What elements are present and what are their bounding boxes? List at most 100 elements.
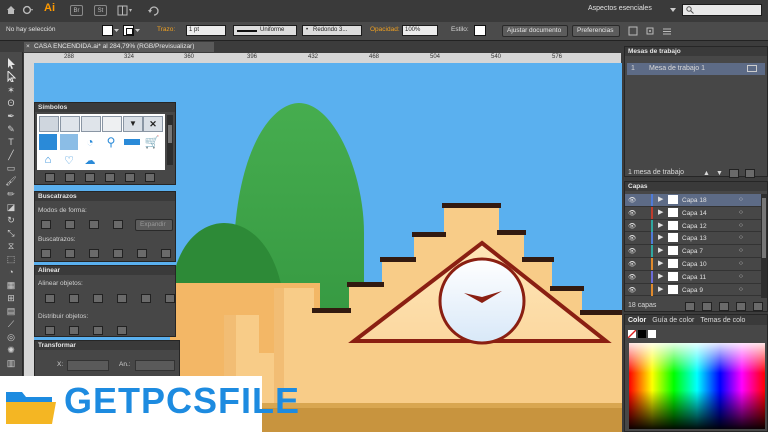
chevron-down-icon[interactable]	[670, 5, 676, 13]
target-circle-icon[interactable]: ○	[739, 247, 743, 254]
transform-icon[interactable]	[645, 26, 655, 36]
graph-tool-icon[interactable]: ▥	[3, 357, 19, 370]
layer-row[interactable]: 👁 ▶ Capa 11 ○	[625, 270, 761, 284]
chevron-down-icon[interactable]	[114, 28, 119, 33]
expand-button[interactable]: Expandir	[135, 219, 173, 231]
blend-tool-icon[interactable]: ◎	[3, 331, 19, 344]
trim-icon[interactable]	[65, 249, 75, 258]
expand-arrow-icon[interactable]: ▶	[658, 233, 663, 241]
unite-icon[interactable]	[41, 220, 51, 229]
black-swatch[interactable]	[638, 330, 646, 338]
artboard-row[interactable]: 1 Mesa de trabajo 1	[627, 63, 765, 75]
expand-arrow-icon[interactable]: ▶	[658, 285, 663, 293]
pathfinder-panel-title[interactable]: Buscatrazos	[35, 192, 175, 201]
expand-arrow-icon[interactable]: ▶	[658, 259, 663, 267]
divide-icon[interactable]	[41, 249, 51, 258]
align-top-icon[interactable]	[117, 294, 127, 303]
layers-panel-title[interactable]: Capas	[625, 182, 767, 191]
layer-row[interactable]: 👁 ▶ Capa 10 ○	[625, 257, 761, 271]
new-sublayer-icon[interactable]	[736, 302, 746, 311]
align-right-icon[interactable]	[93, 294, 103, 303]
white-swatch[interactable]	[648, 330, 656, 338]
curvature-tool-icon[interactable]: ✎	[3, 123, 19, 136]
workspace-switcher[interactable]: Aspectos esenciales	[588, 5, 652, 12]
new-artboard-icon[interactable]	[728, 169, 739, 178]
move-down-icon[interactable]: ▼	[716, 170, 723, 177]
perspective-grid-tool-icon[interactable]: ▦	[3, 279, 19, 292]
free-transform-tool-icon[interactable]: ⬚	[3, 253, 19, 266]
break-link-icon[interactable]	[85, 173, 95, 182]
tab-color[interactable]: Color	[625, 317, 646, 324]
line-tool-icon[interactable]: ╱	[3, 149, 19, 162]
clipping-mask-icon[interactable]	[719, 302, 729, 311]
vertical-ruler[interactable]	[24, 63, 34, 405]
align-center-v-icon[interactable]	[141, 294, 151, 303]
transform-panel-title[interactable]: Transformar	[35, 341, 179, 350]
pencil-tool-icon[interactable]: ✏	[3, 188, 19, 201]
opacity-label[interactable]: Opacidad:	[370, 26, 400, 33]
width-field[interactable]	[135, 360, 175, 371]
expand-arrow-icon[interactable]: ▶	[658, 272, 663, 280]
visibility-eye-icon[interactable]: 👁	[628, 260, 636, 268]
chevron-down-icon[interactable]	[135, 28, 140, 33]
move-up-icon[interactable]: ▲	[703, 170, 710, 177]
direct-selection-tool-icon[interactable]	[3, 69, 19, 84]
minus-back-icon[interactable]	[161, 249, 171, 258]
layer-row[interactable]: 👁 ▶ Capa 7 ○	[625, 245, 761, 258]
tab-color-themes[interactable]: Temas de colo	[700, 317, 745, 324]
gradient-tool-icon[interactable]: ▤	[3, 305, 19, 318]
preferences-button[interactable]: Preferencias	[572, 25, 620, 37]
outline-icon[interactable]	[137, 249, 147, 258]
symbol-item[interactable]	[102, 116, 122, 132]
search-symbol-icon[interactable]: ⚲	[102, 134, 120, 150]
search-layer-icon[interactable]	[702, 302, 712, 311]
home-symbol-icon[interactable]: ⌂	[39, 154, 57, 168]
visibility-eye-icon[interactable]: 👁	[628, 247, 636, 255]
target-circle-icon[interactable]: ○	[739, 260, 743, 267]
shape-builder-tool-icon[interactable]: ◔	[3, 266, 19, 279]
mesh-tool-icon[interactable]: ⊞	[3, 292, 19, 305]
distribute-center-icon[interactable]	[69, 326, 79, 335]
visibility-eye-icon[interactable]: 👁	[628, 196, 636, 204]
sync-icon[interactable]	[148, 5, 160, 16]
arrange-icon[interactable]	[628, 26, 638, 36]
rotate-tool-icon[interactable]: ↻	[3, 214, 19, 227]
symbol-options-icon[interactable]	[105, 173, 115, 182]
layer-row[interactable]: 👁 ▶ Capa 18 ○	[625, 194, 761, 207]
new-symbol-icon[interactable]	[125, 173, 135, 182]
layer-row[interactable]: 👁 ▶ Capa 12 ○	[625, 219, 761, 233]
rss-symbol-icon[interactable]: ◔	[81, 134, 99, 150]
layer-row[interactable]: 👁 ▶ Capa 14 ○	[625, 206, 761, 220]
artboard-options-icon[interactable]	[747, 65, 757, 72]
stroke-weight-field[interactable]: 1 pt	[186, 25, 226, 36]
delete-artboard-icon[interactable]	[744, 169, 755, 178]
align-bottom-icon[interactable]	[165, 294, 175, 303]
new-layer-icon[interactable]	[753, 302, 763, 311]
cart-symbol-icon[interactable]: 🛒	[143, 134, 161, 150]
calculator-symbol-icon[interactable]	[39, 134, 57, 150]
visibility-eye-icon[interactable]: 👁	[628, 234, 636, 242]
visibility-eye-icon[interactable]: 👁	[628, 273, 636, 281]
distribute-bottom-icon[interactable]	[93, 326, 103, 335]
target-circle-icon[interactable]: ○	[739, 222, 743, 229]
exclude-icon[interactable]	[113, 220, 123, 229]
distribute-left-icon[interactable]	[117, 326, 127, 335]
close-icon[interactable]: ×	[26, 42, 30, 52]
width-tool-icon[interactable]: ⧖	[3, 240, 19, 253]
arrange-documents-icon[interactable]	[117, 5, 133, 16]
cloud-symbol-icon[interactable]: ☁	[81, 154, 99, 168]
symbols-scrollbar[interactable]	[167, 115, 173, 165]
visibility-eye-icon[interactable]: 👁	[628, 209, 636, 217]
symbols-panel-title[interactable]: Símbolos	[35, 103, 175, 112]
symbol-item[interactable]	[81, 116, 101, 132]
color-spectrum[interactable]	[629, 343, 765, 429]
symbol-item[interactable]	[39, 116, 59, 132]
expand-arrow-icon[interactable]: ▶	[658, 246, 663, 254]
opacity-field[interactable]: 100%	[402, 25, 438, 36]
align-panel-title[interactable]: Alinear	[35, 266, 175, 275]
stroke-swatch[interactable]	[123, 25, 134, 36]
target-circle-icon[interactable]: ○	[739, 273, 743, 280]
eraser-tool-icon[interactable]: ◪	[3, 201, 19, 214]
graphic-style-swatch[interactable]	[474, 25, 486, 36]
horizontal-ruler[interactable]: 288 324 360 396 432 468 504 540 576	[24, 53, 621, 63]
